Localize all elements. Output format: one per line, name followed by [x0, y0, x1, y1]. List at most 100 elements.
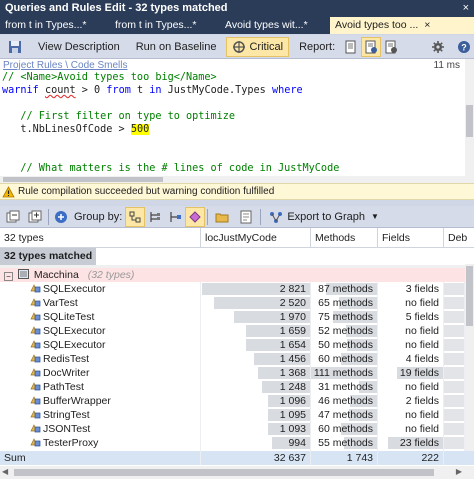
results-grid[interactable]: 32 types locJustMyCode Methods Fields De…	[0, 228, 474, 479]
methods-cell: 52 methods	[311, 324, 378, 338]
scroll-thumb[interactable]	[14, 469, 434, 476]
editor-vertical-scrollbar[interactable]	[465, 59, 474, 183]
table-row[interactable]: PathTest 1 248 31 methods no field	[0, 380, 474, 394]
group-by-label: Group by:	[74, 210, 123, 223]
gear-icon[interactable]	[425, 37, 451, 57]
column-header-loc[interactable]: locJustMyCode	[201, 228, 311, 247]
group-by-namespace-icon[interactable]	[125, 206, 146, 227]
type-name[interactable]: PathTest	[43, 381, 84, 393]
report-rule-icon[interactable]	[341, 37, 361, 57]
table-row[interactable]: VarTest 2 520 65 methods no field	[0, 296, 474, 310]
scroll-thumb[interactable]	[466, 105, 473, 137]
column-header-methods[interactable]: Methods	[311, 228, 378, 247]
group-by-type-icon[interactable]	[165, 207, 185, 227]
table-row[interactable]: DocWriter 1 368 111 methods 19 fields	[0, 366, 474, 380]
close-icon[interactable]: ×	[463, 2, 469, 15]
save-icon[interactable]	[2, 37, 28, 57]
table-row[interactable]: JSONTest 1 093 60 methods no field	[0, 422, 474, 436]
debt-bar	[444, 339, 464, 351]
report-warning-icon[interactable]	[381, 37, 401, 57]
export-to-graph-button[interactable]: Export to Graph ▼	[263, 207, 385, 227]
scroll-thumb[interactable]	[466, 266, 473, 326]
type-cell: JSONTest	[0, 422, 201, 436]
expand-all-icon[interactable]	[24, 207, 46, 227]
scroll-right-icon[interactable]: ▶	[456, 467, 462, 476]
help-icon[interactable]: ?	[451, 37, 474, 57]
run-on-baseline-button[interactable]: Run on Baseline	[130, 37, 223, 57]
methods-cell: 47 methods	[311, 408, 378, 422]
sum-row: Sum 32 637 1 743 222	[0, 451, 474, 465]
type-name[interactable]: BufferWrapper	[43, 395, 111, 407]
type-name[interactable]: SQLExecutor	[43, 283, 105, 295]
collapse-all-icon[interactable]	[2, 207, 24, 227]
folder-icon[interactable]	[210, 207, 234, 227]
grid-horizontal-scrollbar[interactable]: ◀ ▶	[0, 466, 474, 479]
table-row[interactable]: StringTest 1 095 47 methods no field	[0, 408, 474, 422]
table-row[interactable]: SQLExecutor 2 821 87 methods 3 fields	[0, 282, 474, 296]
code-line-8: // What matters is the # lines of code i…	[2, 163, 340, 174]
tab-close-icon[interactable]: ×	[424, 19, 430, 31]
type-name[interactable]: StringTest	[43, 409, 90, 421]
column-header-debt[interactable]: Deb	[444, 228, 474, 247]
debt-cell	[444, 422, 465, 436]
breadcrumb[interactable]: Project Rules \ Code Smells	[3, 60, 128, 71]
table-row[interactable]: SQLExecutor 1 654 50 methods no field	[0, 338, 474, 352]
type-name[interactable]: TesterProxy	[43, 437, 98, 449]
group-by-method-icon[interactable]	[185, 206, 206, 227]
table-row[interactable]: SQLiteTest 1 970 75 methods 5 fields	[0, 310, 474, 324]
grid-vertical-scrollbar[interactable]	[465, 264, 474, 451]
debt-cell	[444, 436, 465, 450]
table-row[interactable]: RedisTest 1 456 60 methods 4 fields	[0, 352, 474, 366]
collapse-icon[interactable]: −	[4, 272, 13, 281]
table-row[interactable]: TesterProxy 994 55 methods 23 fields	[0, 436, 474, 450]
toolbar-separator	[207, 208, 209, 225]
tab-query-2[interactable]: from t in Types...*	[110, 17, 220, 34]
column-header-types[interactable]: 32 types	[0, 228, 201, 247]
column-header-fields[interactable]: Fields	[378, 228, 444, 247]
debt-cell	[444, 282, 465, 296]
methods-value: 47 methods	[318, 409, 373, 421]
group-by-assembly-icon[interactable]	[145, 207, 165, 227]
type-name[interactable]: RedisTest	[43, 353, 89, 365]
table-row[interactable]: BufferWrapper 1 096 46 methods 2 fields	[0, 394, 474, 408]
critical-toggle[interactable]: Critical	[226, 36, 290, 57]
table-row[interactable]: SQLExecutor 1 659 52 methods no field	[0, 324, 474, 338]
type-name[interactable]: SQLExecutor	[43, 325, 105, 337]
loc-value: 2 520	[279, 297, 306, 309]
type-name[interactable]: DocWriter	[43, 367, 89, 379]
methods-value: 46 methods	[318, 395, 373, 407]
loc-value: 1 096	[279, 395, 306, 407]
report-critical-icon[interactable]	[361, 36, 382, 57]
fields-cell: no field	[378, 296, 444, 310]
tab-avoid-types-too-big[interactable]: Avoid types too ... ×	[330, 17, 474, 34]
type-name[interactable]: JSONTest	[43, 423, 90, 435]
group-count: (32 types)	[87, 269, 135, 281]
type-name[interactable]: VarTest	[43, 297, 78, 309]
sum-fields: 222	[378, 451, 444, 465]
loc-cell: 1 659	[201, 324, 311, 338]
tab-query-1[interactable]: from t in Types...*	[0, 17, 110, 34]
fields-value: 3 fields	[405, 283, 439, 295]
group-name: Macchina	[33, 269, 79, 281]
editor-horizontal-scrollbar[interactable]	[0, 176, 465, 183]
type-cell: RedisTest	[0, 352, 201, 366]
scroll-left-icon[interactable]: ◀	[2, 467, 8, 476]
scroll-thumb[interactable]	[3, 177, 163, 182]
type-cell: DocWriter	[0, 366, 201, 380]
export-document-icon[interactable]	[234, 207, 258, 227]
debt-bar	[444, 325, 464, 337]
type-name[interactable]: SQLiteTest	[43, 311, 94, 323]
methods-cell: 60 methods	[311, 422, 378, 436]
export-to-graph-label: Export to Graph	[287, 210, 365, 223]
methods-value: 52 methods	[318, 325, 373, 337]
loc-cell: 994	[201, 436, 311, 450]
view-description-button[interactable]: View Description	[32, 37, 126, 57]
type-name[interactable]: SQLExecutor	[43, 339, 105, 351]
debt-bar	[444, 311, 464, 323]
class-icon	[30, 312, 41, 321]
methods-value: 31 methods	[318, 381, 373, 393]
group-row[interactable]: − Macchina (32 types)	[0, 268, 474, 282]
sum-label: Sum	[0, 451, 201, 465]
tab-avoid-types-with[interactable]: Avoid types wit...*	[220, 17, 330, 34]
code-editor[interactable]: Project Rules \ Code Smells 11 ms // <Na…	[0, 59, 474, 183]
